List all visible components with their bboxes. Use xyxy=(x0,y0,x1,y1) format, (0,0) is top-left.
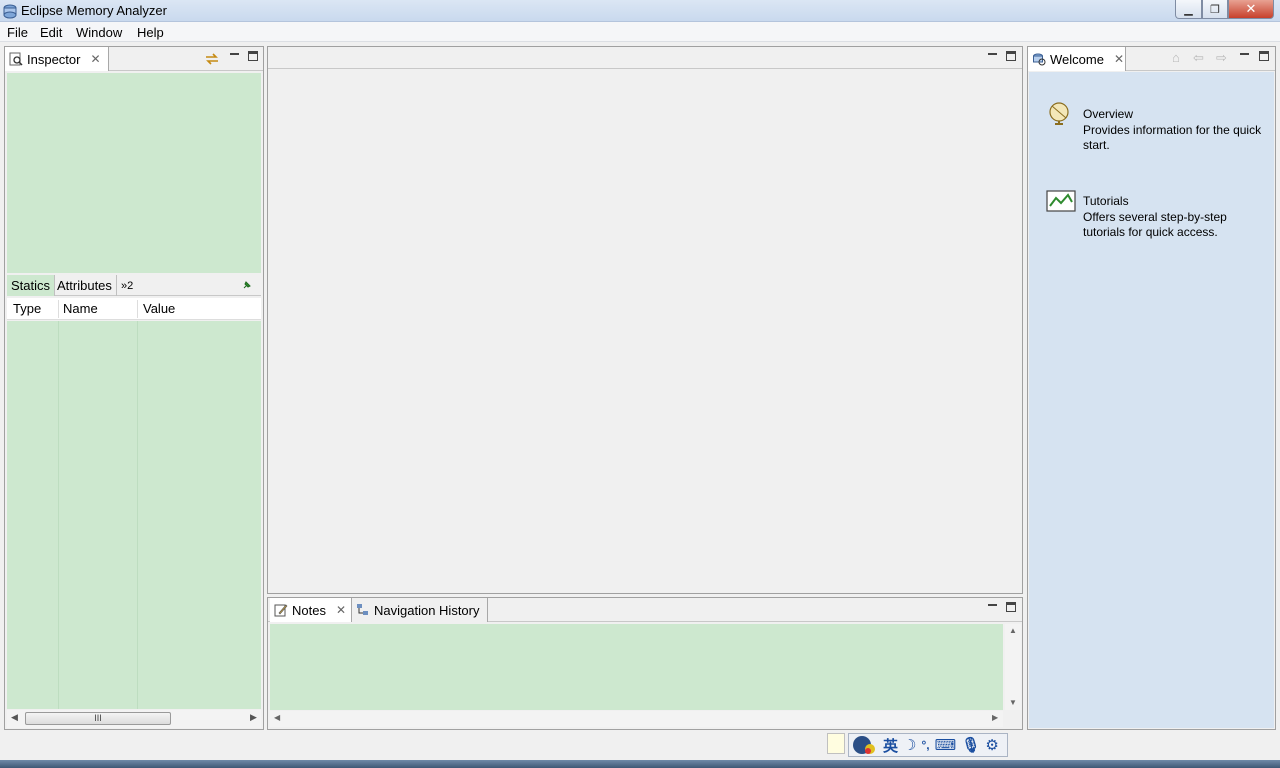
notes-horizontal-scrollbar[interactable]: ◀ ▶ xyxy=(270,711,1003,727)
minimize-view-icon[interactable] xyxy=(988,51,998,61)
tab-notes[interactable]: Notes ✕ xyxy=(270,598,352,622)
ime-toolbar[interactable]: 英 ☽ °, ⌨ 🎙 ⚙ xyxy=(848,733,1008,757)
microphone-icon[interactable]: 🎙 xyxy=(961,736,980,754)
column-gridline xyxy=(137,321,138,709)
scroll-right-icon[interactable]: ▶ xyxy=(992,713,998,722)
tab-notes-label: Notes xyxy=(292,602,326,618)
minimize-view-icon[interactable] xyxy=(1240,51,1250,61)
inspector-details-area xyxy=(7,73,261,273)
maximize-view-icon[interactable] xyxy=(1006,51,1016,61)
notes-vertical-scrollbar[interactable]: ▲ ▼ xyxy=(1005,624,1021,710)
menu-file[interactable]: File xyxy=(7,25,28,40)
close-icon[interactable]: ✕ xyxy=(90,52,100,66)
globe-icon[interactable] xyxy=(1046,100,1072,130)
notes-icon xyxy=(274,604,288,617)
punctuation-icon[interactable]: °, xyxy=(921,738,929,752)
keyboard-icon[interactable]: ⌨ xyxy=(935,736,957,754)
overview-link[interactable]: Overview xyxy=(1083,107,1263,121)
app-icon xyxy=(3,4,17,19)
close-icon[interactable]: ✕ xyxy=(336,603,346,617)
tab-attributes[interactable]: Attributes xyxy=(53,275,117,296)
welcome-icon xyxy=(1033,53,1046,66)
notes-panel: Notes ✕ Navigation History ▲ ▼ ◀ ▶ xyxy=(267,597,1023,730)
column-divider[interactable] xyxy=(137,300,138,318)
back-arrow-icon[interactable]: ⇦ xyxy=(1193,50,1204,66)
ime-logo-icon[interactable] xyxy=(852,734,878,756)
maximize-view-icon[interactable] xyxy=(248,51,258,61)
tab-inspector-label: Inspector xyxy=(27,51,81,67)
menu-bar: File Edit Window Help xyxy=(0,22,1280,42)
tab-navigation-history-label: Navigation History xyxy=(374,602,480,618)
title-bar: Eclipse Memory Analyzer ▁ ❐ ✕ xyxy=(0,0,1280,22)
minimize-view-icon[interactable] xyxy=(988,602,998,612)
forward-arrow-icon[interactable]: ⇨ xyxy=(1216,50,1227,66)
scroll-right-icon[interactable]: ▶ xyxy=(250,712,257,723)
welcome-tabstrip: Welcome ✕ ⌂ ⇦ ⇨ xyxy=(1028,47,1275,71)
inspector-horizontal-scrollbar[interactable]: ◀ III ▶ xyxy=(7,710,261,728)
editor-tabstrip xyxy=(268,47,1022,69)
menu-help[interactable]: Help xyxy=(137,25,164,40)
minimize-button[interactable]: ▁ xyxy=(1175,0,1202,19)
welcome-body: Overview Provides information for the qu… xyxy=(1029,72,1274,728)
scroll-up-icon[interactable]: ▲ xyxy=(1009,626,1017,635)
tab-statics[interactable]: Statics xyxy=(7,275,56,296)
overview-description: Provides information for the quick start… xyxy=(1083,123,1262,152)
inspector-table-body xyxy=(7,321,261,709)
window-title: Eclipse Memory Analyzer xyxy=(21,3,167,18)
home-icon[interactable]: ⌂ xyxy=(1172,50,1180,65)
chart-icon[interactable] xyxy=(1046,190,1076,214)
editor-area xyxy=(267,46,1023,594)
tab-inspector[interactable]: Inspector ✕ xyxy=(5,47,109,71)
tab-welcome[interactable]: Welcome ✕ xyxy=(1028,47,1126,71)
tab-navigation-history[interactable]: Navigation History xyxy=(352,598,488,622)
taskbar xyxy=(0,760,1280,768)
menu-edit[interactable]: Edit xyxy=(40,25,62,40)
status-indicator xyxy=(827,733,845,754)
inspector-tabstrip: Inspector ✕ xyxy=(5,47,263,71)
menu-window[interactable]: Window xyxy=(76,25,122,40)
inspector-table-header: Type Name Value xyxy=(7,298,261,320)
close-window-button[interactable]: ✕ xyxy=(1228,0,1274,19)
pin-icon[interactable] xyxy=(242,280,252,290)
column-gridline xyxy=(58,321,59,709)
notes-text-area[interactable] xyxy=(270,624,1003,710)
settings-gear-icon[interactable]: ⚙ xyxy=(985,736,998,754)
welcome-item-tutorials[interactable]: Tutorials Offers several step-by-step tu… xyxy=(1083,194,1263,240)
close-icon[interactable]: ✕ xyxy=(1114,52,1124,66)
maximize-button[interactable]: ❐ xyxy=(1202,0,1228,19)
notes-tabstrip: Notes ✕ Navigation History xyxy=(268,598,1022,622)
scroll-down-icon[interactable]: ▼ xyxy=(1009,698,1017,707)
column-type[interactable]: Type xyxy=(13,301,41,316)
minimize-view-icon[interactable] xyxy=(230,51,240,61)
status-bar xyxy=(0,731,1280,761)
inspector-panel: Inspector ✕ Statics Attributes »2 Type N… xyxy=(4,46,264,730)
link-with-selection-icon[interactable] xyxy=(204,51,220,67)
column-name[interactable]: Name xyxy=(63,301,98,316)
ime-language-label[interactable]: 英 xyxy=(883,735,898,756)
navigation-history-icon xyxy=(357,604,368,615)
tutorials-link[interactable]: Tutorials xyxy=(1083,194,1263,208)
moon-icon[interactable]: ☽ xyxy=(903,736,916,754)
welcome-item-overview[interactable]: Overview Provides information for the qu… xyxy=(1083,107,1263,153)
inspector-subtabs: Statics Attributes »2 xyxy=(7,274,261,296)
maximize-view-icon[interactable] xyxy=(1259,51,1269,61)
column-divider[interactable] xyxy=(58,300,59,318)
inspector-icon xyxy=(9,52,23,66)
tab-welcome-label: Welcome xyxy=(1050,51,1104,67)
welcome-panel: Welcome ✕ ⌂ ⇦ ⇨ Overview Provides inform… xyxy=(1027,46,1276,730)
tutorials-description: Offers several step-by-step tutorials fo… xyxy=(1083,210,1227,239)
maximize-view-icon[interactable] xyxy=(1006,602,1016,612)
scroll-left-icon[interactable]: ◀ xyxy=(11,712,18,723)
more-tabs-indicator[interactable]: »2 xyxy=(117,275,137,296)
column-value[interactable]: Value xyxy=(143,301,175,316)
scroll-thumb[interactable]: III xyxy=(25,712,171,725)
scroll-left-icon[interactable]: ◀ xyxy=(274,713,280,722)
